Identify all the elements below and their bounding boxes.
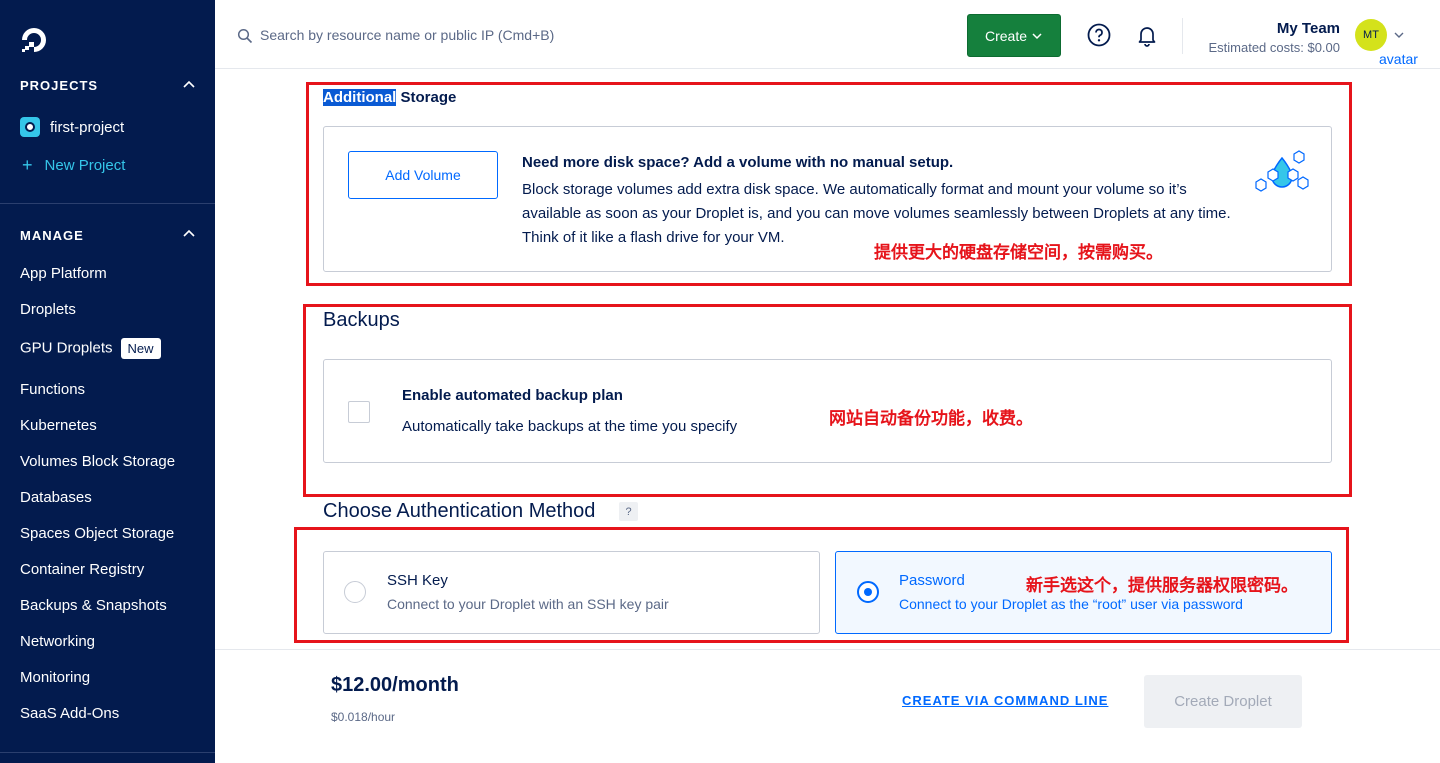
ssh-key-option[interactable] — [323, 551, 820, 634]
sidebar-item-monitoring[interactable]: Monitoring — [20, 669, 90, 686]
sidebar-item-gpu-droplets[interactable]: GPU Droplets New — [20, 338, 161, 359]
bell-icon[interactable] — [1135, 23, 1159, 47]
chevron-down-icon — [1032, 32, 1042, 39]
sidebar-item-volumes[interactable]: Volumes Block Storage — [20, 453, 175, 470]
chevron-up-icon[interactable] — [182, 78, 196, 92]
ssh-key-subtext: Connect to your Droplet with an SSH key … — [387, 596, 669, 612]
sidebar-item-backups-snapshots[interactable]: Backups & Snapshots — [20, 597, 167, 614]
avatar[interactable]: MT — [1355, 19, 1387, 51]
help-icon[interactable] — [1087, 23, 1111, 47]
create-button[interactable]: Create — [967, 14, 1061, 57]
backups-card[interactable] — [323, 359, 1332, 463]
plus-icon: + — [22, 155, 33, 175]
storage-section-title: Additional Storage — [323, 89, 456, 106]
storage-annotation: 提供更大的硬盘存储空间，按需购买。 — [874, 243, 1163, 263]
project-icon — [20, 117, 40, 137]
new-project-label: New Project — [44, 157, 126, 174]
sidebar-item-networking[interactable]: Networking — [20, 633, 95, 650]
ssh-key-radio[interactable] — [344, 581, 366, 603]
sidebar-item-spaces[interactable]: Spaces Object Storage — [20, 525, 174, 542]
storage-title-rest: Storage — [396, 89, 457, 106]
volume-illustration-icon — [1255, 150, 1309, 192]
projects-heading[interactable]: PROJECTS — [20, 78, 98, 93]
sidebar-item-label: GPU Droplets — [20, 339, 113, 357]
team-name[interactable]: My Team — [1277, 20, 1340, 37]
password-title: Password — [899, 572, 965, 589]
create-label: Create — [984, 27, 1028, 44]
backup-heading: Enable automated backup plan — [402, 387, 623, 404]
backup-checkbox[interactable] — [348, 401, 370, 423]
storage-title-highlight: Additional — [323, 89, 397, 106]
storage-heading: Need more disk space? Add a volume with … — [522, 154, 954, 171]
sidebar-item-functions[interactable]: Functions — [20, 381, 85, 398]
new-project-link[interactable]: + New Project — [20, 155, 125, 176]
auth-title: Choose Authentication Method — [323, 500, 596, 522]
auth-help-badge[interactable]: ? — [619, 502, 638, 521]
backups-title: Backups — [323, 309, 400, 331]
create-via-command-line-link[interactable]: CREATE VIA COMMAND LINE — [902, 693, 1108, 708]
sidebar-item-saas-add-ons[interactable]: SaaS Add-Ons — [20, 705, 119, 722]
sidebar-item-container-registry[interactable]: Container Registry — [20, 561, 144, 578]
chevron-up-icon[interactable] — [182, 227, 196, 241]
create-droplet-button[interactable]: Create Droplet — [1144, 675, 1302, 728]
hourly-price: $0.018/hour — [331, 710, 396, 724]
add-volume-button[interactable]: Add Volume — [348, 151, 498, 199]
new-badge: New — [120, 338, 161, 359]
backups-annotation: 网站自动备份功能，收费。 — [829, 409, 1033, 429]
project-label: first-project — [50, 118, 125, 136]
search-input[interactable] — [260, 22, 760, 48]
password-subtext: Connect to your Droplet as the “root” us… — [899, 596, 1243, 612]
ssh-key-title: SSH Key — [387, 572, 448, 589]
sidebar-item-databases[interactable]: Databases — [20, 489, 92, 506]
sidebar-item-droplets[interactable]: Droplets — [20, 301, 76, 318]
sidebar-item-first-project[interactable]: first-project — [20, 117, 124, 137]
sidebar-divider — [0, 752, 215, 753]
sidebar-item-app-platform[interactable]: App Platform — [20, 265, 107, 282]
avatar-label: avatar — [1379, 51, 1418, 67]
estimated-costs: Estimated costs: $0.00 — [1208, 40, 1340, 55]
auth-annotation: 新手选这个，提供服务器权限密码。 — [1026, 576, 1298, 596]
chevron-down-icon[interactable] — [1393, 29, 1405, 41]
manage-heading[interactable]: MANAGE — [20, 228, 84, 243]
sidebar-divider — [0, 203, 215, 204]
monthly-price: $12.00/month — [331, 674, 459, 696]
search-icon — [237, 28, 253, 44]
sidebar-item-kubernetes[interactable]: Kubernetes — [20, 417, 97, 434]
header-divider — [1182, 18, 1183, 54]
backup-subtext: Automatically take backups at the time y… — [402, 418, 738, 435]
sidebar: PROJECTS first-project + New Project MAN… — [0, 0, 215, 763]
password-radio[interactable] — [857, 581, 879, 603]
digitalocean-logo-icon[interactable] — [18, 24, 50, 56]
